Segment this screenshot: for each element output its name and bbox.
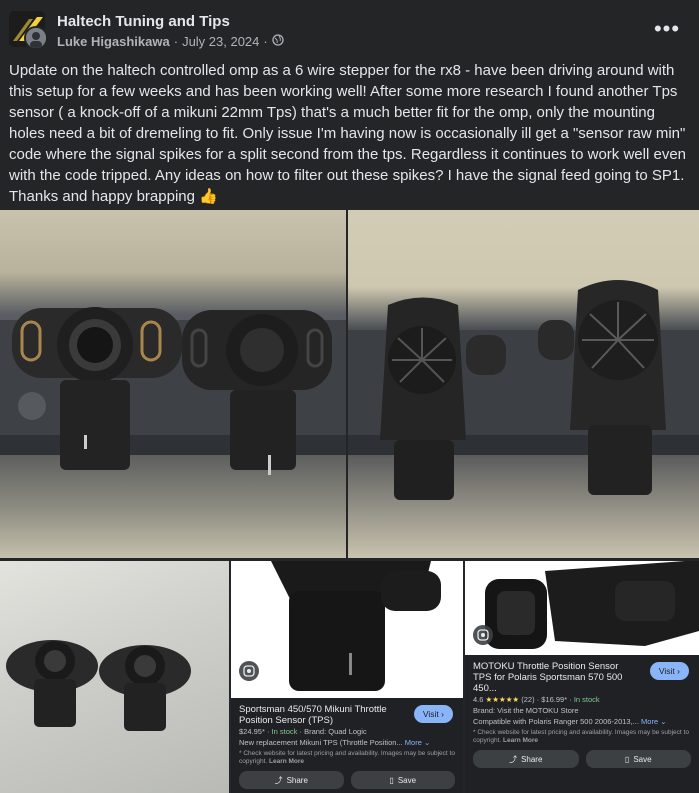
visit-button[interactable]: Visit › — [649, 662, 689, 680]
save-label: Save — [397, 775, 417, 785]
group-name[interactable]: Haltech Tuning and Tips — [57, 13, 230, 30]
visit-label: Visit — [422, 709, 439, 719]
product-stock: In stock — [573, 695, 600, 704]
copyright-note: * Check website for latest pricing and a… — [473, 729, 691, 745]
product-desc-line: Compatible with Polaris Ranger 500 2006-… — [473, 716, 691, 727]
google-lens-icon[interactable] — [473, 625, 493, 645]
learn-more-link[interactable]: Learn More — [269, 758, 304, 765]
card-actions: ⤴ Share ▯ Save — [473, 750, 691, 768]
product-price: $24.95* — [239, 727, 265, 736]
learn-more-link[interactable]: Learn More — [503, 737, 538, 744]
save-label: Save — [633, 754, 652, 764]
ellipsis-icon: ••• — [653, 16, 681, 41]
product-desc-line: New replacement Mikuni TPS (Throttle Pos… — [239, 737, 455, 748]
post-photo-5[interactable]: MOTOKU Throttle Position Sensor TPS for … — [465, 561, 699, 793]
product-card-1: Sportsman 450/570 Mikuni Throttle Positi… — [231, 698, 463, 793]
more-options-button[interactable]: ••• — [649, 14, 685, 44]
product-stock: In stock — [271, 727, 298, 736]
product-title[interactable]: Sportsman 450/570 Mikuni Throttle Positi… — [239, 704, 399, 726]
author-name[interactable]: Luke Higashikawa — [57, 34, 170, 49]
visit-label: Visit — [658, 666, 675, 676]
save-button[interactable]: ▯ Save — [350, 771, 455, 789]
product-brand: Brand: Visit the MOTOKU Store — [473, 706, 579, 715]
post-text: Update on the haltech controlled omp as … — [9, 62, 687, 205]
post-date[interactable]: July 23, 2024 — [182, 34, 259, 49]
share-icon: ⤴ — [274, 775, 283, 785]
post-photo-3[interactable] — [0, 561, 229, 793]
rating-stars: ★★★★★ — [485, 695, 520, 704]
post-photo-2[interactable] — [348, 210, 699, 558]
avatar-stack[interactable] — [9, 11, 48, 50]
save-button[interactable]: ▯ Save — [585, 750, 691, 768]
post-photo-4[interactable]: Sportsman 450/570 Mikuni Throttle Positi… — [231, 561, 463, 793]
review-count: (22) — [521, 695, 535, 704]
bookmark-icon: ▯ — [624, 754, 630, 764]
share-label: Share — [521, 754, 543, 764]
chevron-down-icon: ⌄ — [660, 717, 667, 726]
product-price: $16.99* — [541, 695, 568, 704]
bookmark-icon: ▯ — [389, 775, 394, 785]
post-photo-1[interactable] — [0, 210, 346, 558]
visit-button[interactable]: Visit › — [413, 705, 453, 723]
post-meta: Luke Higashikawa · July 23, 2024 · — [57, 34, 284, 49]
author-avatar[interactable] — [24, 26, 48, 50]
google-lens-icon[interactable] — [239, 661, 259, 681]
more-link[interactable]: More — [405, 738, 422, 747]
product-price-line: $24.95* · In stock · Brand: Quad Logic — [239, 727, 367, 736]
product-rating: 4.6 — [473, 695, 484, 704]
meta-separator: · — [173, 34, 179, 49]
copyright-note: * Check website for latest pricing and a… — [239, 750, 455, 766]
product-card-2: MOTOKU Throttle Position Sensor TPS for … — [465, 655, 699, 793]
product-title[interactable]: MOTOKU Throttle Position Sensor TPS for … — [473, 661, 633, 694]
share-label: Share — [286, 775, 308, 785]
globe-icon — [272, 34, 284, 49]
chevron-down-icon: ⌄ — [423, 738, 431, 747]
product-brand: Brand: Quad Logic — [304, 727, 367, 736]
share-icon: ⤴ — [509, 754, 518, 764]
product-brand-line: Brand: Visit the MOTOKU Store — [473, 705, 691, 716]
share-button[interactable]: ⤴ Share — [473, 750, 579, 768]
post-header: Haltech Tuning and Tips Luke Higashikawa… — [0, 0, 699, 56]
product-price-line: 4.6 ★★★★★ (22) · $16.99* · In stock — [473, 695, 600, 704]
card-actions: ⤴ Share ▯ Save — [239, 771, 455, 789]
product-desc: New replacement Mikuni TPS (Throttle Pos… — [239, 738, 403, 747]
product-desc: Compatible with Polaris Ranger 500 2006-… — [473, 717, 639, 726]
meta-separator: · — [263, 34, 268, 49]
share-button[interactable]: ⤴ Share — [239, 771, 344, 789]
more-link[interactable]: More — [641, 717, 658, 726]
